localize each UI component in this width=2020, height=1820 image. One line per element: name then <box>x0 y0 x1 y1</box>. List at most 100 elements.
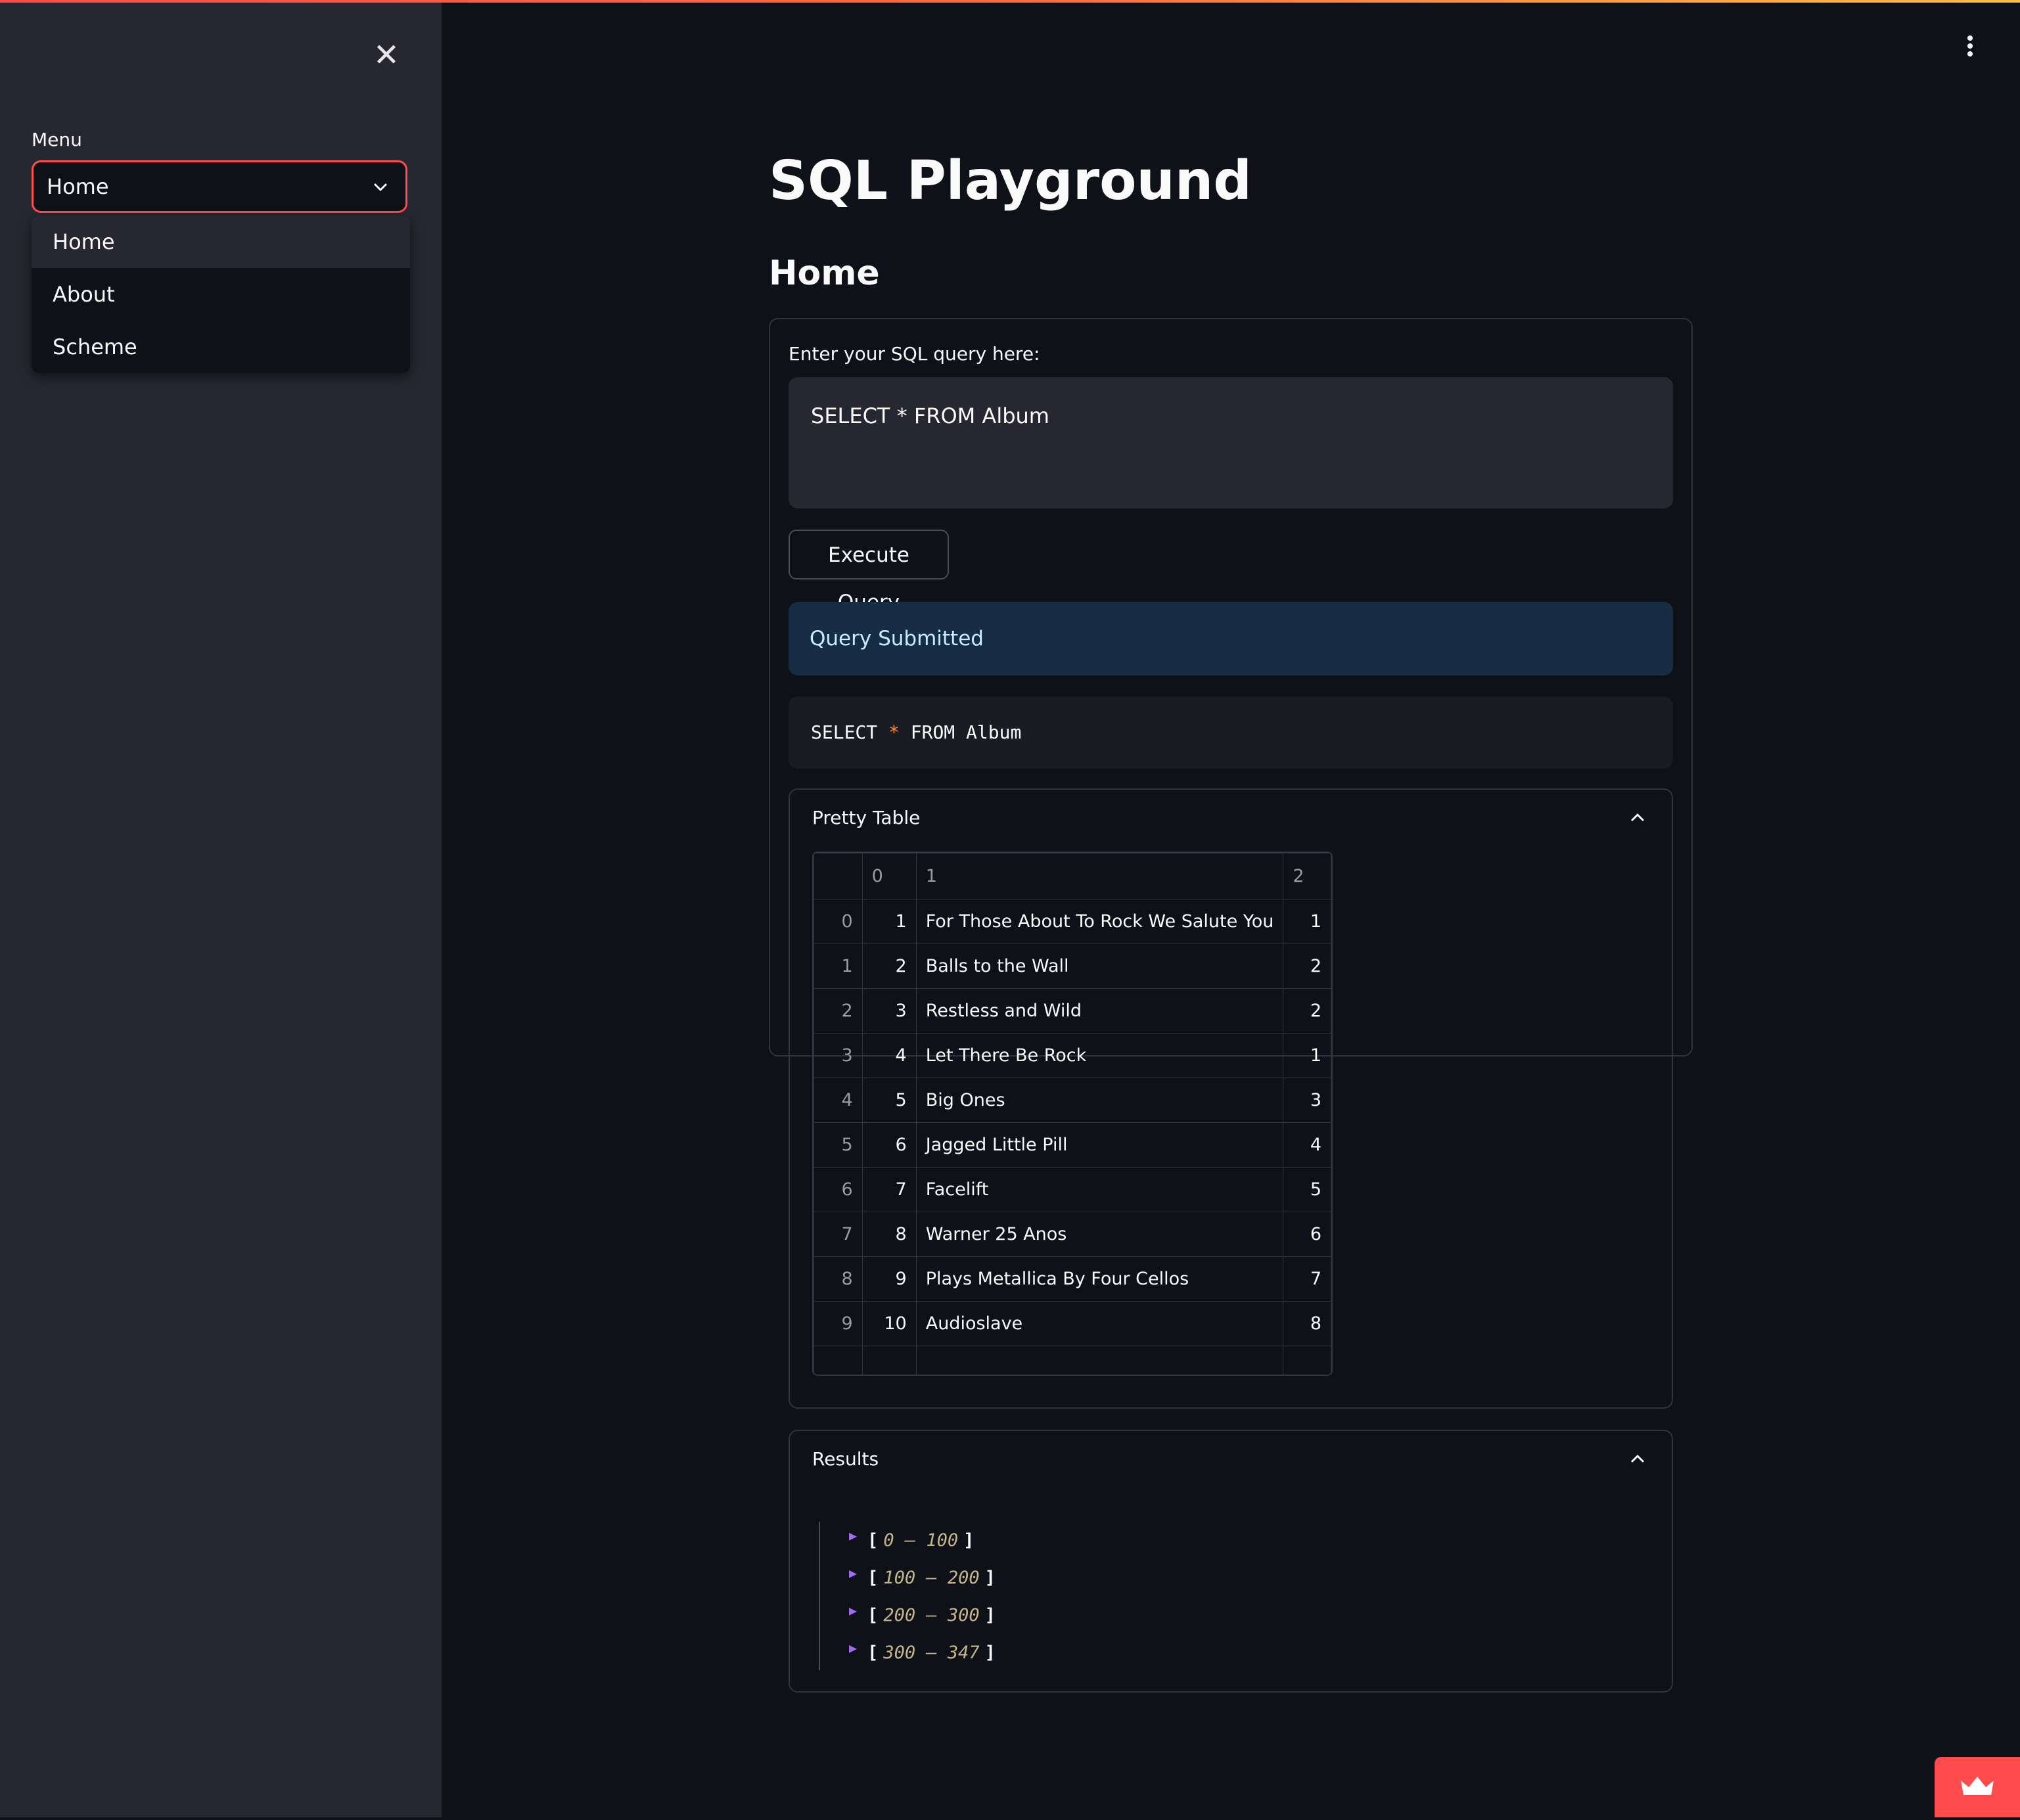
row-index: 0 <box>814 899 863 944</box>
chevron-down-icon <box>374 183 387 191</box>
query-label: Enter your SQL query here: <box>789 343 1040 365</box>
range-end: 200 <box>947 1568 980 1588</box>
bracket-close: ] <box>984 1605 996 1626</box>
table-cell-partial <box>1283 1346 1331 1375</box>
column-header[interactable]: 0 <box>861 853 917 899</box>
bracket-open: [ <box>867 1530 879 1551</box>
caret-right-icon[interactable]: ▶ <box>849 1640 857 1656</box>
kebab-menu-icon[interactable] <box>1957 33 1983 59</box>
range-label: 0 – 100 <box>883 1530 959 1551</box>
caret-right-icon[interactable]: ▶ <box>849 1565 857 1581</box>
table-row: 2 3 Restless and Wild 2 <box>814 988 1331 1034</box>
code-select: SELECT <box>811 721 889 743</box>
table-cell: 1 <box>1283 899 1331 944</box>
table-corner <box>814 853 863 899</box>
table-cell: Let There Be Rock <box>915 1033 1284 1078</box>
range-end: 100 <box>926 1530 959 1551</box>
range-end: 347 <box>947 1643 980 1663</box>
code-star: * <box>888 721 900 743</box>
crown-icon <box>1961 1777 1994 1795</box>
table-cell-partial <box>915 1346 1284 1375</box>
page-title: SQL Playground <box>769 150 1252 212</box>
execute-query-button[interactable]: Execute Query <box>789 530 949 614</box>
row-index: 3 <box>814 1033 863 1078</box>
results-title[interactable]: Results <box>812 1448 879 1470</box>
table-cell: 3 <box>1283 1078 1331 1123</box>
table-cell: 1 <box>861 899 917 944</box>
table-row: 0 1 For Those About To Rock We Salute You 1 <box>814 899 1331 944</box>
row-index: 6 <box>814 1167 863 1212</box>
menu-option-home[interactable]: Home <box>32 216 410 268</box>
table-cell: 8 <box>1283 1301 1331 1346</box>
table-row: 8 9 Plays Metallica By Four Cellos 7 <box>814 1256 1331 1302</box>
range-start: 300 <box>883 1643 916 1663</box>
row-index: 8 <box>814 1256 863 1302</box>
chevron-up-icon[interactable] <box>1630 809 1645 825</box>
json-range-item[interactable]: ▶ [200 – 300] <box>849 1597 996 1634</box>
table-cell: Big Ones <box>915 1078 1284 1123</box>
close-icon[interactable]: ✕ <box>368 37 405 74</box>
range-start: 0 <box>883 1530 894 1551</box>
query-code-block: SELECT * FROM Album <box>789 696 1673 769</box>
bracket-close: ] <box>984 1568 996 1588</box>
json-range-item[interactable]: ▶ [300 – 347] <box>849 1634 996 1672</box>
range-end: 300 <box>947 1605 980 1626</box>
range-start: 200 <box>883 1605 916 1626</box>
results-grid: 0 1 2 0 1 For Those About To Rock We Salut… <box>814 853 1331 1375</box>
table-cell-partial <box>861 1346 917 1375</box>
column-header[interactable]: 1 <box>915 853 1284 899</box>
table-cell: 7 <box>861 1167 917 1212</box>
row-index: 4 <box>814 1078 863 1123</box>
range-start: 100 <box>883 1568 916 1588</box>
pretty-table-title[interactable]: Pretty Table <box>812 807 920 829</box>
table-cell: 2 <box>1283 988 1331 1034</box>
json-viewer: ▶ [0 – 100] ▶ [100 – 200] ▶ [200 – 300] ▶ [3… <box>819 1522 996 1670</box>
table-row: 3 4 Let There Be Rock 1 <box>814 1033 1331 1078</box>
range-label: 200 – 300 <box>883 1605 980 1626</box>
table-cell: Jagged Little Pill <box>915 1122 1284 1168</box>
pretty-table-expander: Pretty Table 0 1 2 0 1 For Those About To … <box>789 788 1673 1409</box>
menu-select[interactable]: Home <box>32 160 407 213</box>
bracket-close: ] <box>963 1530 975 1551</box>
table-row-partial <box>814 1346 1331 1375</box>
table-row: 4 5 Big Ones 3 <box>814 1078 1331 1123</box>
table-cell: Plays Metallica By Four Cellos <box>915 1256 1284 1302</box>
table-cell: Facelift <box>915 1167 1284 1212</box>
row-index: 5 <box>814 1122 863 1168</box>
table-cell: 2 <box>861 944 917 989</box>
results-expander: Results ▶ [0 – 100] ▶ [100 – 200] ▶ [200 – … <box>789 1430 1673 1693</box>
table-cell: Restless and Wild <box>915 988 1284 1034</box>
menu-label: Menu <box>32 129 82 150</box>
menu-option-about[interactable]: About <box>32 268 410 321</box>
table-cell: 10 <box>861 1301 917 1346</box>
menu-dropdown: Home About Scheme <box>32 216 410 373</box>
table-row: 1 2 Balls to the Wall 2 <box>814 944 1331 989</box>
streamlit-badge[interactable] <box>1935 1757 2020 1817</box>
chevron-up-icon[interactable] <box>1630 1451 1645 1467</box>
table-cell: Audioslave <box>915 1301 1284 1346</box>
table-cell: 3 <box>861 988 917 1034</box>
menu-select-value: Home <box>47 174 109 199</box>
table-header-row: 0 1 2 <box>814 853 1331 899</box>
json-range-item[interactable]: ▶ [0 – 100] <box>849 1522 996 1559</box>
table-row: 7 8 Warner 25 Anos 6 <box>814 1212 1331 1257</box>
menu-option-scheme[interactable]: Scheme <box>32 321 410 373</box>
table-cell: 4 <box>861 1033 917 1078</box>
table-cell: 4 <box>1283 1122 1331 1168</box>
caret-right-icon[interactable]: ▶ <box>849 1603 857 1618</box>
table-cell: 7 <box>1283 1256 1331 1302</box>
caret-right-icon[interactable]: ▶ <box>849 1528 857 1543</box>
bracket-open: [ <box>867 1605 879 1626</box>
data-table[interactable]: 0 1 2 0 1 For Those About To Rock We Salut… <box>812 852 1333 1376</box>
json-range-item[interactable]: ▶ [100 – 200] <box>849 1559 996 1597</box>
sidebar: ✕ Menu Home Home About Scheme <box>0 3 442 1817</box>
column-header[interactable]: 2 <box>1283 853 1331 899</box>
page-subtitle: Home <box>769 254 880 293</box>
table-cell: 5 <box>1283 1167 1331 1212</box>
query-input[interactable]: SELECT * FROM Album <box>789 377 1673 509</box>
row-index: 9 <box>814 1301 863 1346</box>
row-index: 2 <box>814 988 863 1034</box>
status-alert: Query Submitted <box>789 602 1673 675</box>
range-label: 300 – 347 <box>883 1643 980 1663</box>
table-cell: For Those About To Rock We Salute You <box>915 899 1284 944</box>
